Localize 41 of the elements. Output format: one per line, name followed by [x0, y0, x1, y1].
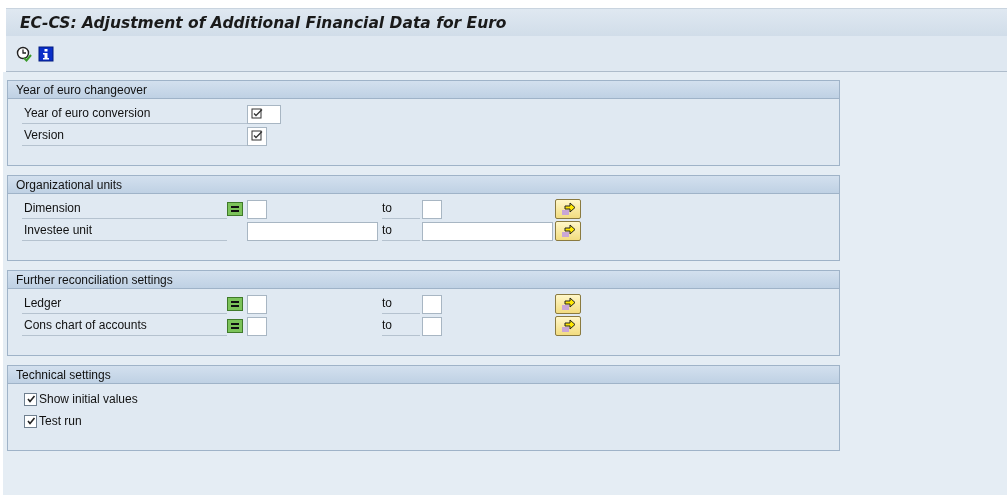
- input-field[interactable]: [422, 294, 442, 314]
- checkbox-label: Show initial values: [39, 391, 138, 407]
- multiple-selection-button[interactable]: [555, 221, 581, 241]
- to-label: to: [382, 316, 420, 336]
- group-title: Further reconciliation settings: [16, 272, 173, 287]
- checkbox[interactable]: [24, 414, 37, 428]
- input-field[interactable]: [422, 221, 553, 241]
- input-field[interactable]: [247, 221, 378, 241]
- window-title: EC-CS: Adjustment of Additional Financial Data for Euro: [20, 13, 507, 32]
- input-field[interactable]: [247, 294, 267, 314]
- field-label: Dimension: [22, 199, 227, 219]
- info-icon[interactable]: [38, 45, 54, 62]
- input-field[interactable]: [247, 316, 267, 336]
- to-label: to: [382, 221, 420, 241]
- to-label: to: [382, 199, 420, 219]
- field-label: Version: [22, 126, 247, 146]
- group-title: Year of euro changeover: [16, 82, 147, 97]
- input-field[interactable]: [247, 104, 281, 124]
- input-field[interactable]: [422, 316, 442, 336]
- input-field[interactable]: [247, 199, 267, 219]
- checkbox-label: Test run: [39, 413, 82, 429]
- field-label: Investee unit: [22, 221, 227, 241]
- select-option-icon[interactable]: [227, 297, 243, 311]
- group-title: Organizational units: [16, 177, 123, 192]
- input-field[interactable]: [422, 199, 442, 219]
- select-option-icon[interactable]: [227, 319, 243, 333]
- arrow-icon: [560, 223, 576, 239]
- select-option-icon[interactable]: [227, 202, 243, 216]
- field-label: Year of euro conversion: [22, 104, 247, 124]
- checkbox[interactable]: [24, 392, 37, 406]
- arrow-icon: [560, 318, 576, 334]
- group-title: Technical settings: [16, 367, 111, 382]
- field-label: Cons chart of accounts: [22, 316, 227, 336]
- multiple-selection-button[interactable]: [555, 294, 581, 314]
- to-label: to: [382, 294, 420, 314]
- multiple-selection-button[interactable]: [555, 316, 581, 336]
- arrow-icon: [560, 201, 576, 217]
- arrow-icon: [560, 296, 576, 312]
- field-label: Ledger: [22, 294, 227, 314]
- execute-icon[interactable]: [16, 45, 32, 62]
- multiple-selection-button[interactable]: [555, 199, 581, 219]
